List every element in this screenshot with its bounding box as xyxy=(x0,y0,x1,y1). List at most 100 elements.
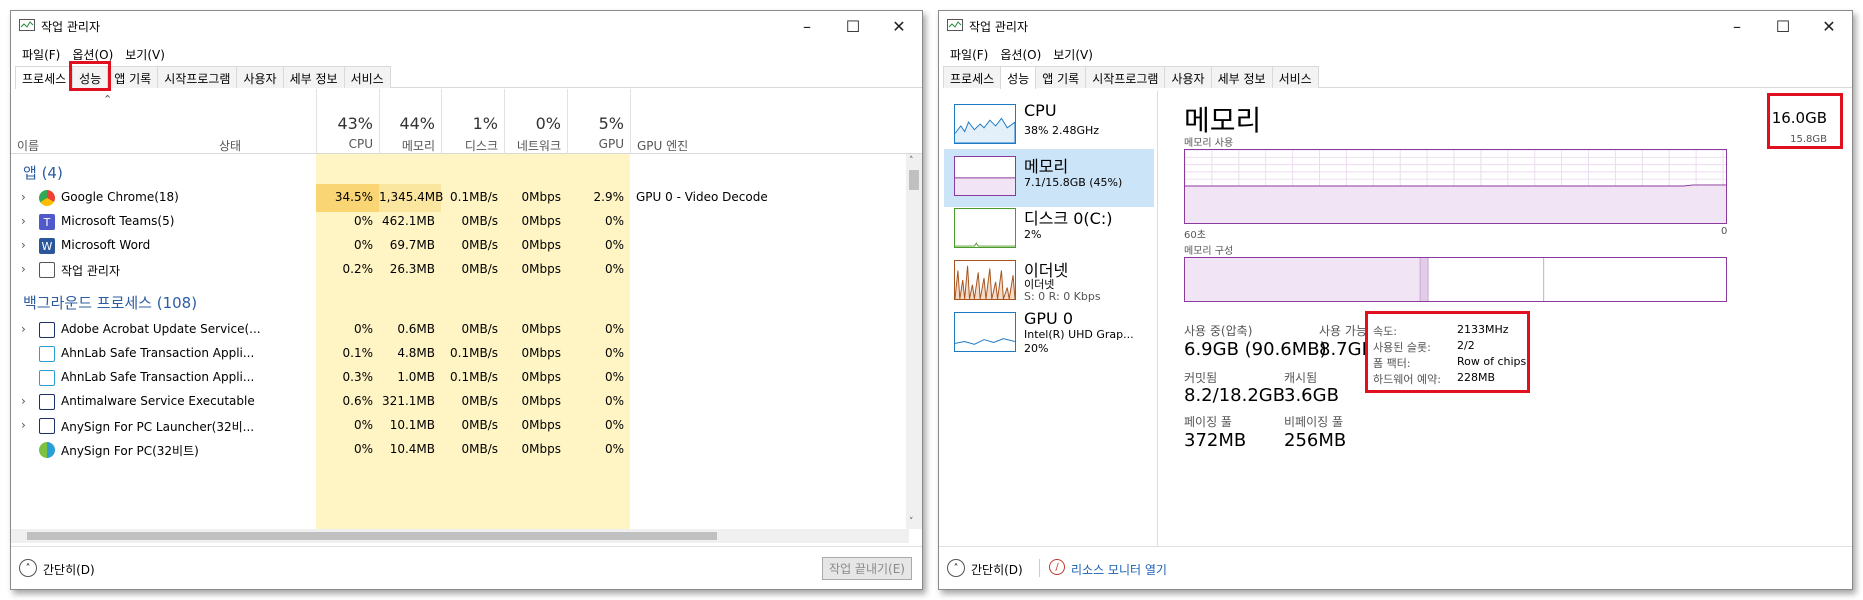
collapse-up-icon[interactable]: ˄ xyxy=(947,559,965,577)
ethernet-thumbnail-graph xyxy=(954,260,1016,300)
minimize-button[interactable]: – xyxy=(784,11,830,41)
time-right-label: 0 xyxy=(1721,226,1728,237)
sidebar-item-memory[interactable]: 메모리 7.1/15.8GB (45%) xyxy=(944,149,1154,207)
memory-label: 메모리 xyxy=(401,139,435,153)
tab-startup[interactable]: 시작프로그램 xyxy=(1085,66,1166,88)
sidebar-item-gpu[interactable]: GPU 0 Intel(R) UHD Grap... 20% xyxy=(944,305,1154,363)
collapse-up-icon[interactable]: ˄ xyxy=(19,559,37,577)
sidebar-sub: 7.1/15.8GB (45%) xyxy=(1024,176,1123,189)
footer-bar: ˄ 간단히(D) 작업 끝내기(E) xyxy=(11,546,922,590)
sidebar-item-cpu[interactable]: CPU 38% 2.48GHz xyxy=(944,97,1154,155)
col-memory[interactable]: 44% 메모리 xyxy=(379,89,441,154)
maximize-button[interactable]: ☐ xyxy=(830,11,876,41)
expand-chevron-icon[interactable]: › xyxy=(21,190,26,204)
vertical-scrollbar[interactable]: ˄ ˅ xyxy=(906,154,922,529)
menu-view[interactable]: 보기(V) xyxy=(1047,44,1099,65)
col-status[interactable]: 상태 xyxy=(219,137,241,154)
expand-chevron-icon[interactable]: › xyxy=(21,238,26,252)
open-resource-monitor-link[interactable]: 리소스 모니터 열기 xyxy=(1071,561,1167,578)
sidebar-label: GPU 0 xyxy=(1024,309,1074,328)
group-label: 백그라운드 프로세스 (108) xyxy=(23,294,198,312)
process-name: AhnLab Safe Transaction Appli... xyxy=(61,346,255,360)
nonpaged-pool-value: 256MB xyxy=(1284,430,1347,451)
process-icon xyxy=(39,394,55,410)
scroll-up-icon[interactable]: ˄ xyxy=(909,156,914,166)
tab-services[interactable]: 서비스 xyxy=(1271,66,1319,88)
tab-performance[interactable]: 성능 xyxy=(1000,66,1037,89)
menu-options[interactable]: 옵션(O) xyxy=(994,44,1047,65)
fewer-details-link[interactable]: 간단히(D) xyxy=(43,561,95,578)
tab-app-history[interactable]: 앱 기록 xyxy=(107,66,159,88)
process-row[interactable]: AnySign For PC(32비트) 0% 10.4MB 0MB/s 0Mbps 0% xyxy=(11,436,909,464)
slots-value: 2/2 xyxy=(1457,339,1475,352)
col-cpu[interactable]: 43% CPU xyxy=(316,89,379,154)
col-gpu-engine[interactable]: GPU 엔진 xyxy=(630,89,780,154)
col-disk[interactable]: 1% 디스크 xyxy=(441,89,504,154)
sidebar-sub2: S: 0 R: 0 Kbps xyxy=(1024,290,1101,303)
fewer-details-link[interactable]: 간단히(D) xyxy=(971,561,1023,578)
tab-startup[interactable]: 시작프로그램 xyxy=(157,66,238,88)
sidebar-item-ethernet[interactable]: 이더넷 이더넷 S: 0 R: 0 Kbps xyxy=(944,253,1154,311)
menu-view[interactable]: 보기(V) xyxy=(119,44,171,65)
hscrollbar-thumb[interactable] xyxy=(27,532,717,540)
hardware-info-block: 속도: 2133MHz 사용된 슬롯: 2/2 폼 팩터: Row of chi… xyxy=(1365,311,1530,393)
footer-bar: ˄ 간단히(D) ∕ 리소스 모니터 열기 xyxy=(939,546,1852,590)
process-name: Antimalware Service Executable xyxy=(61,394,255,408)
slots-label: 사용된 슬롯: xyxy=(1373,341,1431,354)
cell-net: 0Mbps xyxy=(521,442,561,456)
sidebar-item-disk[interactable]: 디스크 0(C:) 2% xyxy=(944,201,1154,259)
scroll-down-icon[interactable]: ˅ xyxy=(909,517,914,527)
form-factor-value: Row of chips xyxy=(1457,355,1527,368)
process-icon xyxy=(39,418,55,434)
tab-performance[interactable]: 성능 xyxy=(72,66,109,88)
process-icon xyxy=(39,370,55,386)
sidebar-label: 디스크 0(C:) xyxy=(1024,209,1113,228)
expand-chevron-icon[interactable]: › xyxy=(21,262,26,276)
expand-chevron-icon[interactable]: › xyxy=(21,214,26,228)
col-gpu[interactable]: 5% GPU xyxy=(567,89,630,154)
tab-app-history[interactable]: 앱 기록 xyxy=(1035,66,1087,88)
group-header-apps: 앱 (4) xyxy=(11,156,909,184)
sort-arrow-icon: ⌃ xyxy=(103,93,113,106)
tab-processes[interactable]: 프로세스 xyxy=(943,66,1002,88)
resource-monitor-icon[interactable]: ∕ xyxy=(1049,559,1065,575)
scrollbar-thumb[interactable] xyxy=(909,170,919,190)
tab-users[interactable]: 사용자 xyxy=(236,66,284,88)
column-header: ⌃ 이름 상태 43% CPU 44% 메모리 1% 디스크 0% 네트워크 5% GPU… xyxy=(11,89,922,154)
paged-pool-label: 페이징 풀 xyxy=(1184,415,1232,429)
tab-processes[interactable]: 프로세스 xyxy=(15,66,74,89)
menu-file[interactable]: 파일(F) xyxy=(16,44,66,65)
form-factor-label: 폼 팩터: xyxy=(1373,357,1411,370)
col-name[interactable]: 이름 xyxy=(17,137,39,154)
cell-mem: 10.4MB xyxy=(389,442,435,456)
total-memory: 16.0GB xyxy=(1771,109,1827,127)
expand-chevron-icon[interactable]: › xyxy=(21,418,26,432)
cell-mem: 26.3MB xyxy=(389,262,435,276)
cell-disk: 0MB/s xyxy=(461,262,498,276)
maximize-button[interactable]: ☐ xyxy=(1760,11,1806,41)
col-network[interactable]: 0% 네트워크 xyxy=(504,89,567,154)
close-button[interactable]: ✕ xyxy=(876,11,922,41)
expand-chevron-icon[interactable]: › xyxy=(21,322,26,336)
expand-chevron-icon[interactable]: › xyxy=(21,394,26,408)
process-row[interactable]: › 작업 관리자 0.2% 26.3MB 0MB/s 0Mbps 0% xyxy=(11,256,909,284)
close-button[interactable]: ✕ xyxy=(1806,11,1852,41)
tab-strip: 프로세스 성능 앱 기록 시작프로그램 사용자 세부 정보 서비스 xyxy=(15,66,922,89)
horizontal-scrollbar[interactable] xyxy=(11,529,909,543)
committed-label: 커밋됨 xyxy=(1184,371,1218,385)
cell-disk: 0MB/s xyxy=(461,442,498,456)
available-label: 사용 가능 xyxy=(1319,324,1367,338)
tab-details[interactable]: 세부 정보 xyxy=(1210,66,1273,88)
tab-details[interactable]: 세부 정보 xyxy=(282,66,345,88)
menu-options[interactable]: 옵션(O) xyxy=(66,44,119,65)
end-task-button[interactable]: 작업 끝내기(E) xyxy=(822,557,912,580)
process-icon xyxy=(39,442,55,458)
minimize-button[interactable]: – xyxy=(1714,11,1760,41)
memory-details-panel: 메모리 16.0GB 15.8GB 메모리 사용 60초 0 메모리 구성 사용… xyxy=(1169,89,1849,544)
menu-file[interactable]: 파일(F) xyxy=(944,44,994,65)
usage-max: 15.8GB xyxy=(1790,134,1827,145)
cell-net: 0Mbps xyxy=(521,262,561,276)
tab-users[interactable]: 사용자 xyxy=(1164,66,1212,88)
tab-services[interactable]: 서비스 xyxy=(343,66,391,88)
footer-separator xyxy=(1039,559,1040,577)
